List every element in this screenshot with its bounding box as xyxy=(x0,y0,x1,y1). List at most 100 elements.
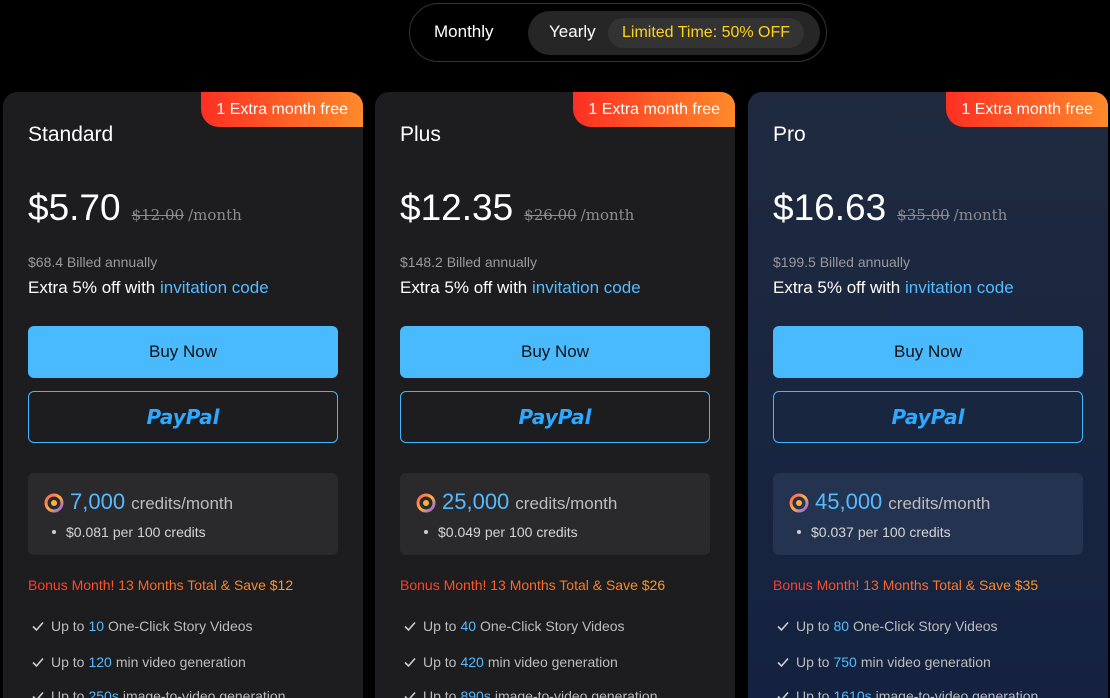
plan-name: Standard xyxy=(28,123,114,146)
feature-suffix: min video generation xyxy=(487,654,618,670)
check-icon xyxy=(404,621,416,632)
plan-name: Pro xyxy=(773,123,806,146)
yearly-label: Yearly xyxy=(549,22,596,41)
plan-price: $5.70 xyxy=(28,187,121,228)
plan-card-plus: 1 Extra month free Plus $12.35 $26.00 /m… xyxy=(375,92,735,698)
feature-number: 80 xyxy=(833,618,850,634)
bonus-text: Bonus Month! 13 Months Total & Save $12 xyxy=(28,577,294,593)
feature-number: 1610s xyxy=(833,688,872,698)
original-price: $26.00 xyxy=(524,206,577,224)
billing-period-toggle: Monthly Yearly Limited Time: 50% OFF xyxy=(409,3,827,62)
credit-rate: $0.049 per 100 credits xyxy=(424,524,578,540)
feature-suffix: image-to-video generation xyxy=(494,688,658,698)
credits-amount: 7,000 xyxy=(70,489,126,514)
feature-number: 890s xyxy=(460,688,491,698)
original-price: $35.00 xyxy=(897,206,950,224)
credit-suffix: credits xyxy=(536,524,578,540)
plan-price: $16.63 xyxy=(773,187,887,228)
feature-item: Up to 80 One-Click Story Videos xyxy=(776,618,998,634)
feature-suffix: min video generation xyxy=(115,654,246,670)
credits-unit: credits/month xyxy=(515,494,618,513)
feature-item: Up to 750 min video generation xyxy=(776,654,991,670)
original-price: $12.00 xyxy=(131,206,185,224)
plan-name: Plus xyxy=(400,123,441,146)
invitation-text: Extra 5% off with invitation code xyxy=(400,278,641,298)
extra-month-ribbon: 1 Extra month free xyxy=(946,92,1108,127)
feature-prefix: Up to xyxy=(423,654,457,670)
check-icon xyxy=(32,691,44,698)
check-icon xyxy=(404,691,416,698)
buy-now-button[interactable]: Buy Now xyxy=(773,326,1083,378)
paypal-button[interactable]: PayPal xyxy=(28,391,338,443)
credits-amount: 45,000 xyxy=(815,489,883,514)
buy-now-button[interactable]: Buy Now xyxy=(400,326,710,378)
check-icon xyxy=(404,657,416,668)
bonus-text: Bonus Month! 13 Months Total & Save $26 xyxy=(400,577,666,593)
paypal-logo: PayPal xyxy=(518,405,592,429)
credits-coin-icon xyxy=(789,493,809,513)
check-icon xyxy=(777,657,789,668)
feature-suffix: One-Click Story Videos xyxy=(480,618,625,634)
credit-per: per xyxy=(112,524,134,540)
credit-per: per xyxy=(484,524,506,540)
discount-badge: Limited Time: 50% OFF xyxy=(608,18,805,48)
plan-price: $12.35 xyxy=(400,187,514,228)
feature-item: Up to 890s image-to-video generation xyxy=(403,688,657,698)
extra-month-ribbon: 1 Extra month free xyxy=(201,92,363,127)
bullet-dot xyxy=(52,530,56,534)
feature-number: 120 xyxy=(88,654,112,670)
credits-coin-icon xyxy=(416,493,436,513)
billed-annually-text: $148.2 Billed annually xyxy=(400,254,537,270)
feature-number: 420 xyxy=(460,654,484,670)
feature-prefix: Up to xyxy=(423,688,457,698)
credit-amount: 100 xyxy=(509,524,533,540)
invitation-code-link[interactable]: invitation code xyxy=(532,278,641,297)
bullet-dot xyxy=(797,530,801,534)
paypal-logo: PayPal xyxy=(891,405,965,429)
credits-box: 45,000 credits/month $0.037 per 100 cred… xyxy=(773,473,1083,555)
feature-item: Up to 40 One-Click Story Videos xyxy=(403,618,625,634)
billed-annually-text: $68.4 Billed annually xyxy=(28,254,158,270)
buy-now-button[interactable]: Buy Now xyxy=(28,326,338,378)
check-icon xyxy=(32,621,44,632)
invitation-code-link[interactable]: invitation code xyxy=(160,278,269,297)
feature-number: 40 xyxy=(460,618,477,634)
extra-month-ribbon: 1 Extra month free xyxy=(573,92,735,127)
invitation-prefix: Extra 5% off with xyxy=(28,278,156,297)
credits-line: 45,000 credits/month xyxy=(815,489,990,515)
feature-suffix: image-to-video generation xyxy=(875,688,1039,698)
paypal-logo: PayPal xyxy=(146,405,220,429)
per-month-label: /month xyxy=(953,206,1008,224)
invitation-text: Extra 5% off with invitation code xyxy=(28,278,269,298)
feature-prefix: Up to xyxy=(51,618,85,634)
credits-box: 7,000 credits/month $0.081 per 100 credi… xyxy=(28,473,338,555)
credit-amount: 100 xyxy=(137,524,161,540)
invitation-code-link[interactable]: invitation code xyxy=(905,278,1014,297)
credit-rate: $0.037 per 100 credits xyxy=(797,524,951,540)
credits-line: 7,000 credits/month xyxy=(70,489,233,515)
yearly-option[interactable]: Yearly Limited Time: 50% OFF xyxy=(528,11,820,55)
credit-price: $0.049 xyxy=(438,524,481,540)
feature-item: Up to 250s image-to-video generation xyxy=(31,688,285,698)
monthly-option[interactable]: Monthly xyxy=(434,22,494,42)
per-month-label: /month xyxy=(580,206,635,224)
bullet-dot xyxy=(424,530,428,534)
credits-unit: credits/month xyxy=(888,494,991,513)
feature-prefix: Up to xyxy=(796,618,830,634)
feature-number: 750 xyxy=(833,654,857,670)
paypal-button[interactable]: PayPal xyxy=(400,391,710,443)
check-icon xyxy=(777,621,789,632)
feature-prefix: Up to xyxy=(51,654,85,670)
feature-item: Up to 120 min video generation xyxy=(31,654,246,670)
credit-suffix: credits xyxy=(164,524,206,540)
credits-box: 25,000 credits/month $0.049 per 100 cred… xyxy=(400,473,710,555)
invitation-prefix: Extra 5% off with xyxy=(773,278,901,297)
credit-suffix: credits xyxy=(909,524,951,540)
paypal-button[interactable]: PayPal xyxy=(773,391,1083,443)
price-row: $16.63 $35.00 /month xyxy=(773,187,1007,229)
feature-suffix: One-Click Story Videos xyxy=(108,618,253,634)
price-row: $5.70 $12.00 /month xyxy=(28,187,242,229)
credit-price: $0.037 xyxy=(811,524,854,540)
check-icon xyxy=(777,691,789,698)
credit-price: $0.081 xyxy=(66,524,109,540)
